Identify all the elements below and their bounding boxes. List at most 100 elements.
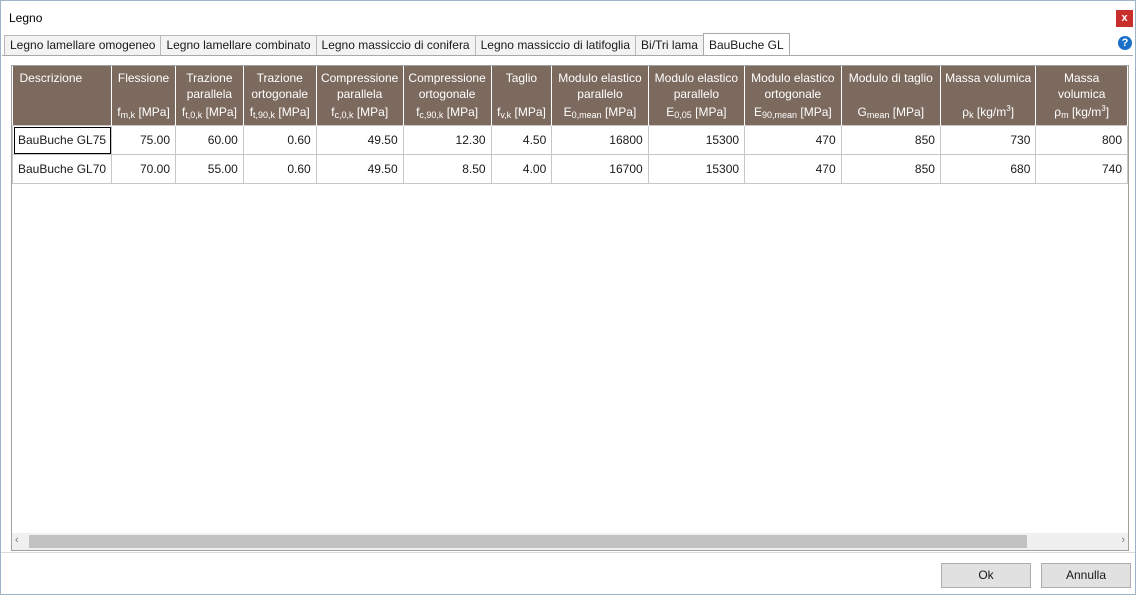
column-header-unit: E0,05 [MPa] [649,105,744,120]
unit-label: [MPa] [443,105,479,119]
table-cell[interactable]: 800 [1035,125,1128,155]
table-cell[interactable]: 12.30 [402,125,492,155]
column-header-2[interactable]: Trazione parallela ft,0,k [MPa] [175,66,244,126]
tab-bi-tri-lama[interactable]: Bi/Tri lama [635,35,704,55]
column-header-8[interactable]: Modulo elastico parallelo E0,05 [MPa] [648,66,746,126]
column-header-6[interactable]: Taglio fv,k [MPa] [491,66,553,126]
unit-subscript: m,k [120,110,136,120]
unit-subscript: 0,mean [571,110,602,120]
table-cell[interactable]: 0.60 [242,125,317,155]
tab-legno-lamellare-omogeneo[interactable]: Legno lamellare omogeneo [4,35,162,55]
column-header-unit: E90,mean [MPa] [745,105,841,120]
table-cell[interactable]: 8.50 [402,154,492,184]
table-cell[interactable]: 850 [840,154,941,184]
scroll-right-icon[interactable]: › [1121,534,1125,546]
cell-descrizione[interactable]: BauBuche GL75 [12,125,113,155]
table-cell[interactable]: 470 [744,125,842,155]
dialog-window: Legno x Legno lamellare omogeneo Legno l… [0,0,1136,595]
table-cell[interactable]: 4.00 [490,154,553,184]
materials-table: Descrizione Flessione fm,k [MPa] Trazione p… [12,66,1128,184]
scrollbar-thumb[interactable] [29,535,1027,548]
table-cell[interactable]: 16800 [551,125,649,155]
unit-subscript: c,0,k [334,110,354,120]
tab-legno-lamellare-combinato[interactable]: Legno lamellare combinato [160,35,317,55]
close-button[interactable]: x [1116,10,1133,27]
column-header-unit: ft,0,k [MPa] [176,105,243,120]
column-header-label: Modulo di taglio [848,71,933,85]
table-cell[interactable]: 49.50 [315,125,404,155]
table-cell[interactable]: 15300 [647,154,746,184]
ok-button[interactable]: Ok [941,563,1031,588]
column-header-label: Taglio [505,71,538,85]
column-header-unit: Gmean [MPa] [842,105,940,120]
column-header-label: Compressione ortogonale [408,71,486,101]
tab-strip: Legno lamellare omogeneo Legno lamellare… [4,33,790,55]
help-icon[interactable]: ? [1118,36,1132,50]
table-cell[interactable]: 16700 [551,154,649,184]
unit-label: [MPa] [135,105,170,119]
column-header-10[interactable]: Modulo di taglio Gmean [MPa] [841,66,941,126]
column-header-unit: ρm [kg/m3] [1036,104,1127,120]
unit-subscript: t,90,k [253,110,276,120]
tab-legno-massiccio-conifera[interactable]: Legno massiccio di conifera [315,35,476,55]
unit-label: [MPa] [202,105,237,119]
column-header-descrizione[interactable]: Descrizione [12,66,113,126]
table-cell[interactable]: 60.00 [175,125,244,155]
column-header-5[interactable]: Compressione ortogonale fc,90,k [MPa] [403,66,492,126]
column-header-unit: fc,0,k [MPa] [317,105,403,120]
unit-bracket: ] [1105,105,1110,119]
column-header-7[interactable]: Modulo elastico parallelo E0,mean [MPa] [551,66,649,126]
table-cell[interactable]: 49.50 [315,154,404,184]
column-header-1[interactable]: Flessione fm,k [MPa] [111,66,176,126]
unit-bracket: ] [1010,105,1015,119]
column-header-label: Trazione ortogonale [251,71,309,101]
table-cell[interactable]: 55.00 [175,154,244,184]
table-cell[interactable]: 15300 [647,125,746,155]
scroll-left-icon[interactable]: ‹ [15,534,19,546]
column-header-12[interactable]: Massa volumica ρm [kg/m3] [1035,66,1128,126]
column-header-unit: ρk [kg/m3] [941,104,1035,120]
table-cell[interactable]: 680 [939,154,1037,184]
dialog-footer: Ok Annulla [1,552,1135,595]
column-header-4[interactable]: Compressione parallela fc,0,k [MPa] [316,66,404,126]
unit-subscript: v,k [500,110,512,120]
column-header-9[interactable]: Modulo elastico ortogonale E90,mean [MPa] [744,66,842,126]
table-cell[interactable]: 75.00 [111,125,176,155]
unit-label: [MPa] [353,105,389,119]
unit-subscript: 0,05 [674,110,692,120]
table-row[interactable]: BauBuche GL75 75.00 60.00 0.60 49.50 12.30 4.5… [12,125,1128,155]
unit-label: [MPa] [797,105,832,119]
table-body: BauBuche GL75 75.00 60.00 0.60 49.50 12.30 4.5… [12,125,1128,184]
table-cell[interactable]: 4.50 [490,125,553,155]
table-cell[interactable]: 850 [840,125,941,155]
column-header-label: Massa volumica [945,71,1032,85]
tab-baubuche-gl[interactable]: BauBuche GL [702,33,790,55]
unit-label: [kg/m [973,105,1007,119]
table-row[interactable]: BauBuche GL70 70.00 55.00 0.60 49.50 8.50 4.00… [12,154,1128,184]
column-header-label: Trazione parallela [186,71,233,101]
unit-label: [MPa] [601,105,637,119]
column-header-unit: E0,mean [MPa] [552,105,647,120]
table-cell[interactable]: 740 [1035,154,1128,184]
unit-label: [MPa] [511,105,546,119]
horizontal-scrollbar[interactable]: ‹ › [12,533,1128,550]
column-header-3[interactable]: Trazione ortogonale ft,90,k [MPa] [243,66,317,126]
unit-label: [MPa] [889,105,925,119]
column-header-label: Flessione [117,71,170,85]
table-cell[interactable]: 0.60 [242,154,317,184]
table-cell[interactable]: 730 [939,125,1037,155]
unit-symbol: G [857,105,867,119]
column-header-label: Descrizione [19,71,83,85]
unit-subscript: mean [866,110,890,120]
column-header-unit: fc,90,k [MPa] [404,105,491,120]
column-header-label: Modulo elastico parallelo [558,71,642,101]
column-header-label: Massa volumica [1058,71,1106,101]
column-header-label: Modulo elastico parallelo [654,71,739,101]
column-header-11[interactable]: Massa volumica ρk [kg/m3] [940,66,1037,126]
tab-legno-massiccio-latifoglia[interactable]: Legno massiccio di latifoglia [474,35,637,55]
table-cell[interactable]: 470 [744,154,842,184]
unit-symbol: E [563,105,572,119]
cancel-button[interactable]: Annulla [1041,563,1131,588]
table-cell[interactable]: 70.00 [111,154,176,184]
cell-descrizione[interactable]: BauBuche GL70 [12,154,113,184]
